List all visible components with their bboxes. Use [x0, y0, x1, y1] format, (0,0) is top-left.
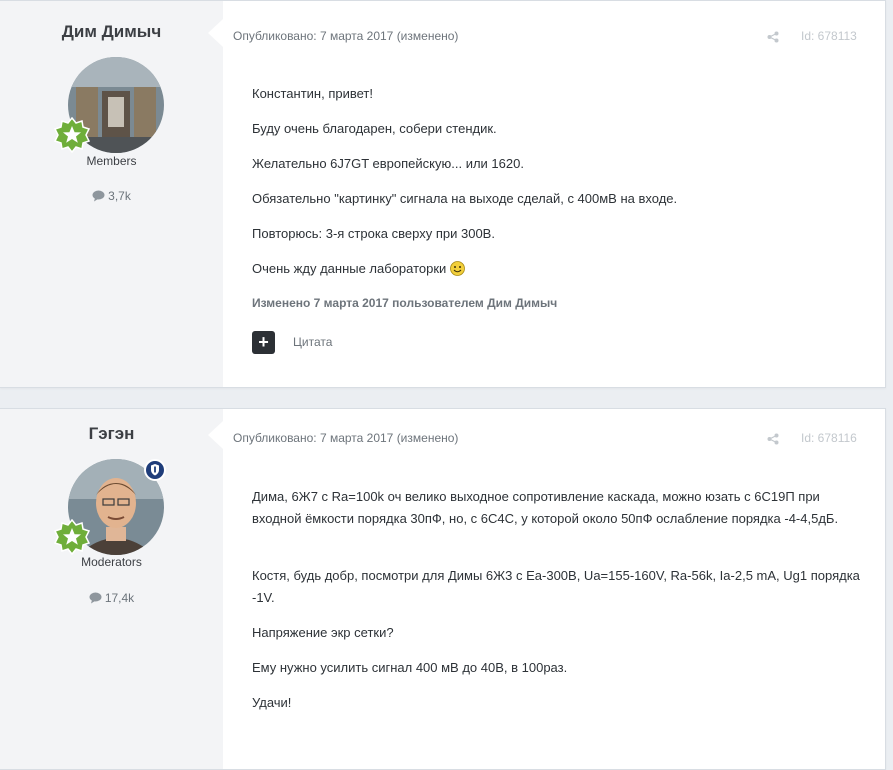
post-id[interactable]: Id: 678113	[801, 29, 857, 43]
post-paragraph: Константин, привет!	[252, 86, 373, 101]
multiquote-add-button[interactable]: +	[252, 331, 275, 354]
post-id[interactable]: Id: 678116	[801, 431, 857, 445]
post: Гэгэн Moderators 17,4k Опубликовано: 7 м…	[0, 408, 886, 770]
author-panel: Дим Димыч Members 3,7k	[0, 1, 223, 387]
post-paragraph: Напряжение экр сетки?	[252, 625, 394, 640]
rank-star-badge-icon	[54, 117, 90, 153]
post: Дим Димыч Members 3,7k Опубликовано: 7 м…	[0, 0, 886, 388]
edited-note: Изменено 7 марта 2017 пользователем Дим …	[252, 296, 558, 310]
author-panel: Гэгэн Moderators 17,4k	[0, 409, 223, 769]
reputation-count[interactable]: 3,7k	[0, 189, 223, 203]
post-paragraph: Повторюсь: 3-я строка сверху при 300В.	[252, 226, 495, 241]
reputation-value: 3,7k	[108, 189, 131, 203]
comment-bubble-icon	[92, 190, 105, 202]
post-pointer	[208, 19, 223, 47]
avatar-container	[54, 459, 166, 555]
comment-bubble-icon	[89, 592, 102, 604]
share-icon[interactable]	[767, 433, 779, 445]
moderator-shield-icon	[144, 459, 166, 481]
post-content: Константин, привет! Буду очень благодаре…	[252, 83, 872, 314]
post-paragraph: Обязательно "картинку" сигнала на выходе…	[252, 191, 678, 206]
reputation-value: 17,4k	[104, 591, 135, 605]
smile-emoji-icon	[450, 261, 465, 276]
post-meta[interactable]: Опубликовано: 7 марта 2017 (изменено)	[233, 29, 458, 43]
post-paragraph: Костя, будь добр, посмотри для Димы 6Ж3 …	[252, 568, 860, 605]
rank-star-badge-icon	[54, 519, 90, 555]
post-paragraph: Буду очень благодарен, собери стендик.	[252, 121, 497, 136]
post-paragraph: Дима, 6Ж7 с Ra=100k оч велико выходное с…	[252, 489, 839, 526]
post-paragraph-with-emoji: Очень жду данные лабораторки	[252, 258, 872, 280]
author-name[interactable]: Дим Димыч	[0, 22, 223, 42]
reputation-count[interactable]: 17,4k	[0, 591, 223, 605]
post-meta[interactable]: Опубликовано: 7 марта 2017 (изменено)	[233, 431, 458, 445]
post-pointer	[208, 421, 223, 449]
share-icon[interactable]	[767, 31, 779, 43]
post-paragraph: Желательно 6J7GT европейскую... или 1620…	[252, 156, 524, 171]
member-group: Members	[86, 154, 137, 168]
post-content: Дима, 6Ж7 с Ra=100k оч велико выходное с…	[252, 486, 872, 714]
member-group: Moderators	[81, 555, 142, 569]
post-paragraph: Удачи!	[252, 695, 292, 710]
post-paragraph: Ему нужно усилить сигнал 400 мВ до 40В, …	[252, 660, 568, 675]
quote-link[interactable]: Цитата	[293, 335, 332, 349]
post-paragraph: Очень жду данные лабораторки	[252, 261, 447, 276]
avatar-container	[54, 57, 164, 153]
author-name[interactable]: Гэгэн	[0, 424, 223, 444]
